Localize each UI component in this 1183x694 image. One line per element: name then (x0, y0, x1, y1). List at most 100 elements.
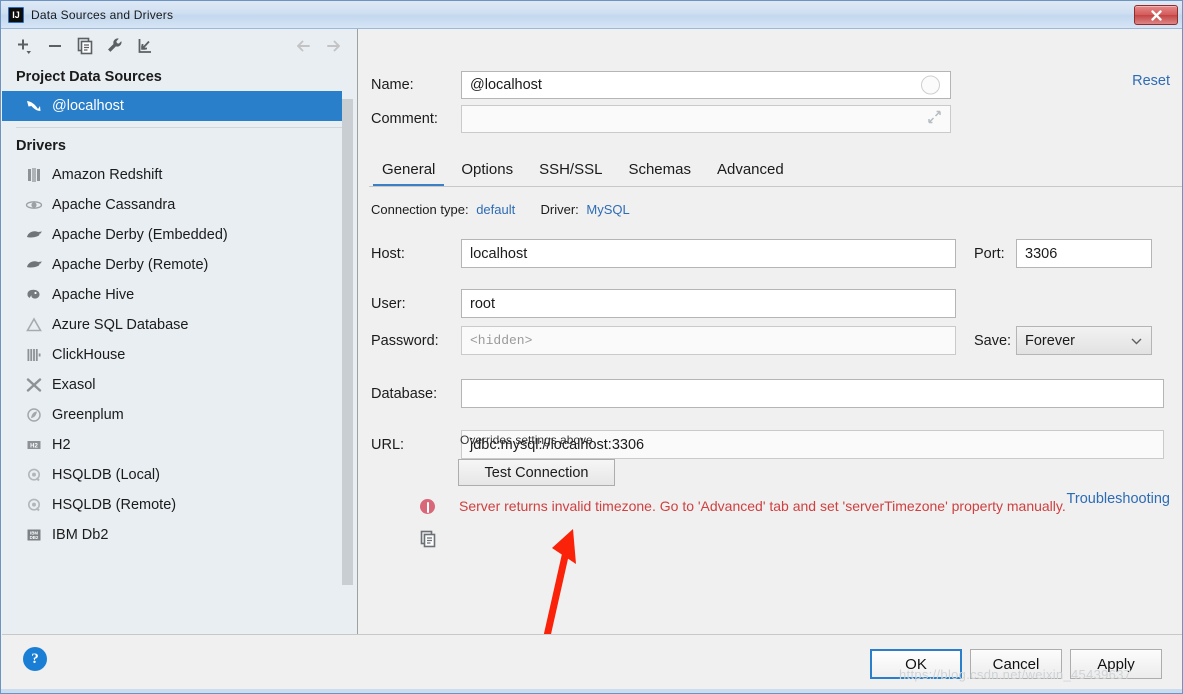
troubleshooting-link[interactable]: Troubleshooting (1067, 491, 1170, 507)
connection-type-label: Connection type: (371, 202, 469, 217)
driver-item-apache-cassandra[interactable]: Apache Cassandra (2, 190, 357, 220)
host-input[interactable]: localhost (461, 239, 956, 268)
azure-icon (22, 315, 46, 335)
database-label: Database: (371, 385, 438, 402)
driver-label: Exasol (52, 377, 96, 393)
sidebar-toolbar (2, 29, 357, 63)
help-button[interactable]: ? (23, 647, 47, 671)
title-bar: Data Sources and Drivers (1, 1, 1182, 29)
user-input[interactable]: root (461, 289, 956, 318)
comment-input[interactable] (461, 105, 951, 133)
comment-label: Comment: (371, 111, 438, 127)
name-field-row: Name: @localhost (371, 71, 951, 99)
driver-label: H2 (52, 437, 71, 453)
tab-schemas[interactable]: Schemas (615, 161, 704, 187)
mysql-dolphin-icon (22, 96, 46, 116)
driver-label: Azure SQL Database (52, 317, 189, 333)
window-bottom-edge (1, 689, 1182, 693)
color-swatch-icon[interactable] (921, 75, 940, 95)
driver-item-ibm-db2[interactable]: IBM DB2 IBM Db2 (2, 520, 357, 550)
h2-icon: H2 (22, 435, 46, 455)
url-label: URL: (371, 436, 405, 453)
annotation-arrow-icon (516, 521, 626, 646)
expand-icon[interactable] (927, 110, 942, 129)
reset-link[interactable]: Reset (1132, 73, 1170, 89)
name-input[interactable]: @localhost (461, 71, 951, 99)
import-icon[interactable] (130, 33, 160, 59)
host-input-value: localhost (470, 245, 528, 262)
driver-item-h2[interactable]: H2 H2 (2, 430, 357, 460)
sidebar-scrollbar-thumb[interactable] (342, 99, 353, 585)
driver-item-clickhouse[interactable]: ClickHouse (2, 340, 357, 370)
driver-item-hsqldb-remote[interactable]: HSQLDB (Remote) (2, 490, 357, 520)
connection-info-row: Connection type: default Driver: MySQL (371, 202, 630, 217)
tab-options[interactable]: Options (448, 161, 526, 187)
error-message: Server returns invalid timezone. Go to '… (459, 498, 1066, 514)
database-field-row: Database: (371, 379, 1164, 408)
close-button[interactable] (1134, 5, 1178, 25)
host-field-row: Host: localhost Port: 3306 (371, 239, 1152, 268)
save-label: Save: (974, 332, 1012, 349)
name-input-value: @localhost (470, 77, 542, 93)
driver-label: Driver: (540, 202, 579, 217)
driver-value[interactable]: MySQL (586, 202, 629, 217)
intellij-idea-icon (8, 6, 24, 23)
hsqldb-icon (22, 495, 46, 515)
arrow-left-icon[interactable] (289, 33, 319, 59)
driver-item-azure-sql-database[interactable]: Azure SQL Database (2, 310, 357, 340)
chevron-down-icon (1131, 333, 1142, 349)
wrench-icon[interactable] (100, 33, 130, 59)
driver-item-apache-derby-remote[interactable]: Apache Derby (Remote) (2, 250, 357, 280)
details-tabs: General Options SSH/SSL Schemas Advanced (369, 149, 1182, 187)
driver-label: ClickHouse (52, 347, 126, 363)
remove-icon[interactable] (40, 33, 70, 59)
comment-field-row: Comment: (371, 105, 951, 133)
user-field-row: User: root (371, 289, 956, 318)
url-hint: Overrides settings above (460, 433, 593, 447)
port-input-value: 3306 (1025, 245, 1058, 262)
test-connection-label: Test Connection (484, 464, 589, 481)
tab-general[interactable]: General (369, 161, 448, 187)
driver-item-amazon-redshift[interactable]: Amazon Redshift (2, 160, 357, 190)
svg-text:H2: H2 (30, 443, 38, 449)
add-icon[interactable] (10, 33, 40, 59)
save-select[interactable]: Forever (1016, 326, 1152, 355)
driver-label: Apache Derby (Embedded) (52, 227, 228, 243)
ibm-db2-icon: IBM DB2 (22, 525, 46, 545)
connection-type-value[interactable]: default (476, 202, 515, 217)
driver-item-apache-hive[interactable]: Apache Hive (2, 280, 357, 310)
database-input[interactable] (461, 379, 1164, 408)
password-input[interactable]: <hidden> (461, 326, 956, 355)
driver-label: Apache Hive (52, 287, 135, 303)
driver-item-apache-derby-embedded[interactable]: Apache Derby (Embedded) (2, 220, 357, 250)
details-panel: Name: @localhost Comment: Reset General … (359, 29, 1182, 635)
driver-label: HSQLDB (Remote) (52, 497, 177, 513)
driver-item-hsqldb-local[interactable]: HSQLDB (Local) (2, 460, 357, 490)
port-input[interactable]: 3306 (1016, 239, 1152, 268)
user-input-value: root (470, 295, 495, 312)
tab-advanced[interactable]: Advanced (704, 161, 797, 187)
password-label: Password: (371, 332, 439, 349)
name-label: Name: (371, 77, 414, 93)
save-select-value: Forever (1025, 332, 1075, 349)
sidebar-item-localhost[interactable]: @localhost (2, 91, 343, 121)
close-icon (1150, 9, 1162, 21)
greenplum-icon (22, 405, 46, 425)
copy-icon[interactable] (418, 529, 438, 554)
sidebar-panel: Project Data Sources @localhost Drivers (2, 29, 358, 635)
redshift-icon (22, 165, 46, 185)
arrow-right-icon[interactable] (319, 33, 349, 59)
test-connection-button[interactable]: Test Connection (458, 459, 615, 486)
derby-icon (22, 225, 46, 245)
copy-icon[interactable] (70, 33, 100, 59)
driver-label: Amazon Redshift (52, 167, 163, 183)
driver-item-exasol[interactable]: Exasol (2, 370, 357, 400)
drivers-header: Drivers (16, 138, 66, 154)
data-sources-and-drivers-dialog: Data Sources and Drivers (0, 0, 1183, 694)
driver-item-greenplum[interactable]: Greenplum (2, 400, 357, 430)
drivers-list: Amazon Redshift Apache Cassandra Apache … (2, 160, 357, 550)
tab-ssh-ssl[interactable]: SSH/SSL (526, 161, 615, 187)
driver-label: IBM Db2 (52, 527, 109, 543)
watermark-text: https://blog.csdn.net/weixin_45439637 (899, 667, 1132, 682)
hive-elephant-icon (22, 285, 46, 305)
